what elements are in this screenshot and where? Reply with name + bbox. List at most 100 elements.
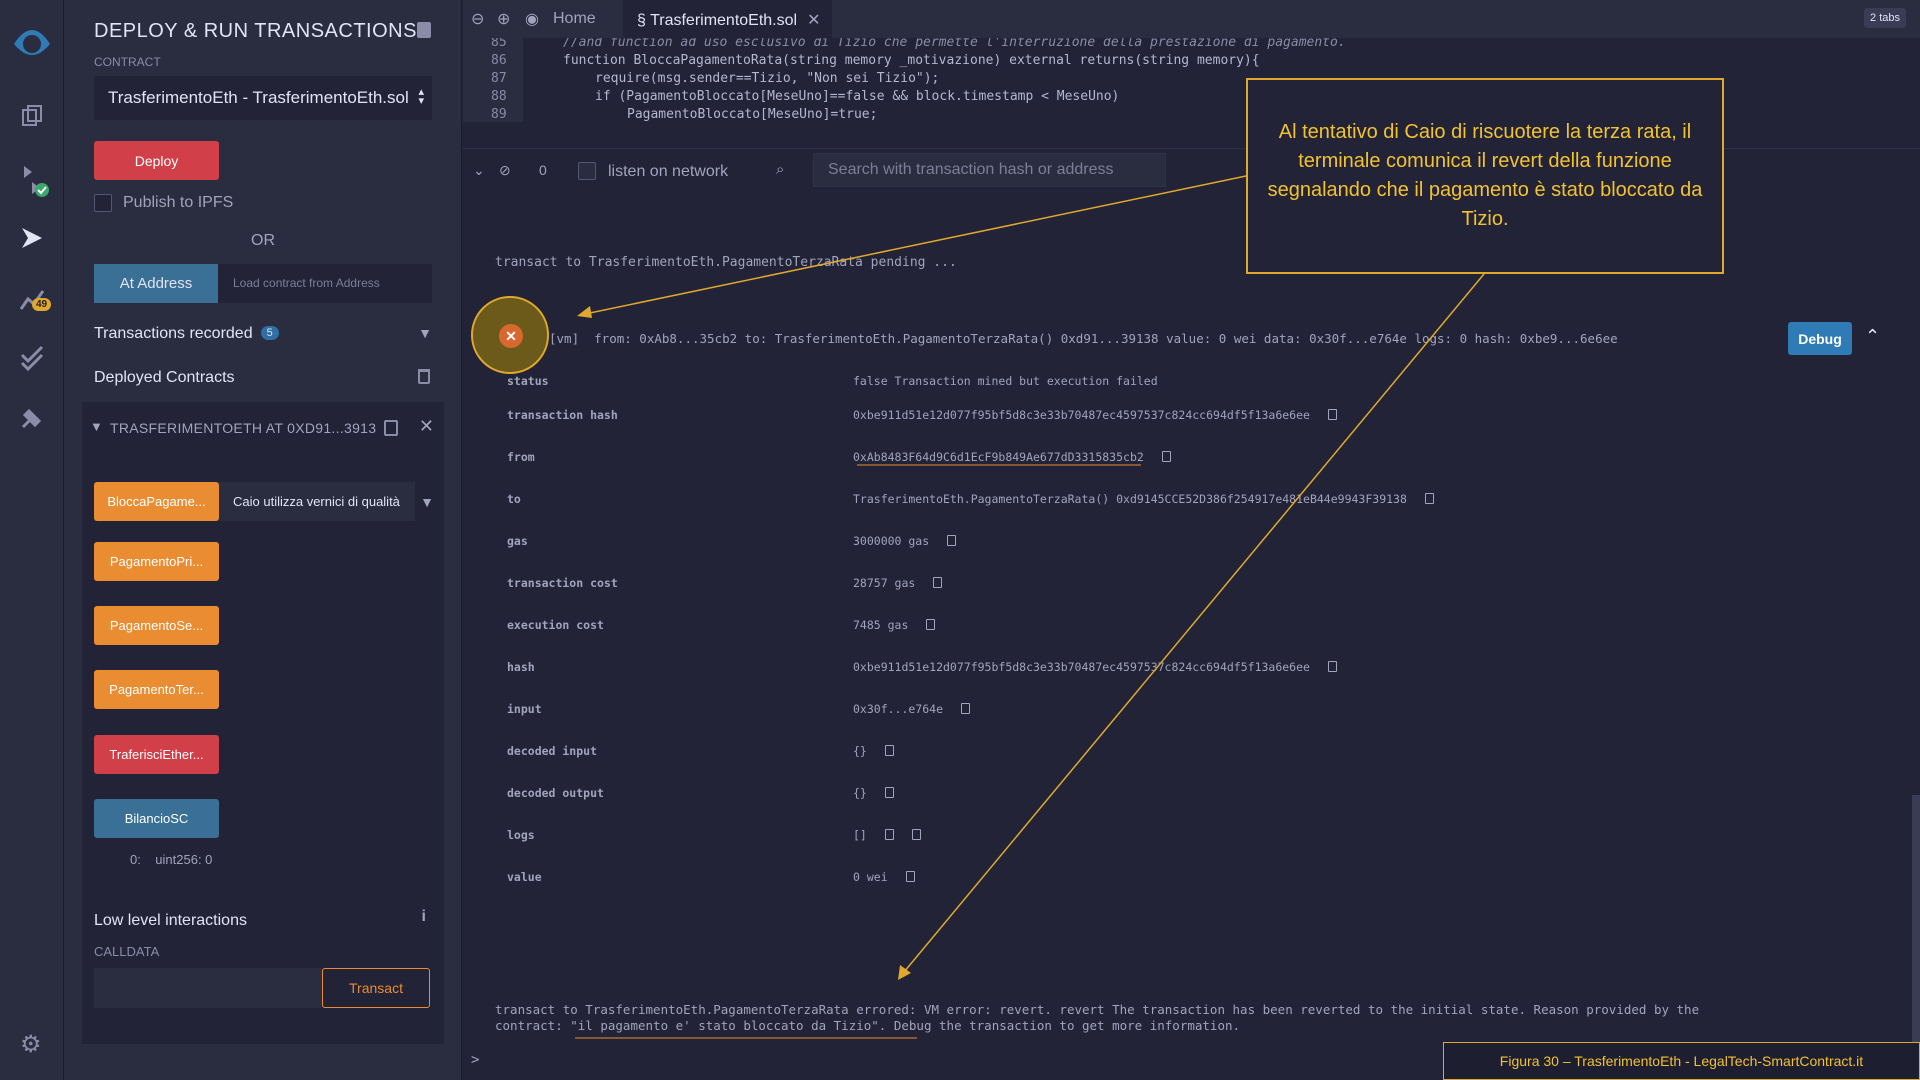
blocca-input[interactable]: Caio utilizza vernici di qualità (219, 482, 415, 521)
tx-detail-key: decoded output (507, 786, 604, 800)
tx-detail-key: logs (507, 828, 535, 842)
line-number: 88 (491, 89, 507, 104)
error-icon: ✕ (499, 324, 523, 348)
copy-icon[interactable] (1327, 661, 1337, 672)
fn-button-pagamento-seconda[interactable]: PagamentoSe... (94, 606, 219, 645)
chevron-down-icon[interactable]: ▼ (90, 419, 103, 434)
terminal-scrollbar[interactable] (1912, 795, 1920, 1080)
home-icon: ◉ (525, 11, 539, 28)
transact-button[interactable]: Transact (322, 968, 430, 1008)
calldata-label: CALLDATA (94, 944, 160, 959)
tx-detail-value-text: 0 wei (853, 870, 888, 884)
load-address-input[interactable]: Load contract from Address (218, 264, 432, 303)
tabs-count-dropdown[interactable]: 2 tabs (1864, 8, 1906, 28)
copy-icon[interactable] (961, 703, 971, 714)
plugin-manager-icon[interactable] (0, 398, 64, 438)
close-icon[interactable]: ✕ (419, 416, 434, 437)
fn-button-pagamento-terza[interactable]: PagamentoTer... (94, 670, 219, 709)
tx-detail-value: false Transaction mined but execution fa… (853, 374, 1158, 388)
deploy-button[interactable]: Deploy (94, 141, 219, 180)
transactions-recorded-row[interactable]: Transactions recorded 5 ▼ (94, 325, 432, 343)
copy-icon[interactable] (947, 535, 957, 546)
gear-icon[interactable]: ⚙ (20, 1030, 42, 1059)
publish-ipfs-checkbox[interactable] (94, 194, 112, 212)
copy-icon[interactable] (384, 420, 398, 436)
select-caret-icon: ▴ ▾ (418, 86, 424, 107)
copy-icon[interactable] (1327, 409, 1337, 420)
chevron-down-icon[interactable]: ▼ (415, 482, 439, 521)
zoom-in-icon[interactable]: ⊕ (497, 9, 510, 29)
tx-detail-value-text: 7485 gas (853, 618, 909, 632)
tx-detail-value: 0xbe911d51e12d077f95bf5d8c3e33b70487ec45… (853, 408, 1337, 422)
terminal-prompt[interactable]: > (471, 1052, 479, 1068)
unit-test-icon[interactable] (0, 338, 64, 378)
tx-detail-value: 0x30f...e764e (853, 702, 971, 716)
deploy-run-icon[interactable] (0, 218, 64, 258)
tx-detail-value-text: TrasferimentoEth.PagamentoTerzaRata() 0x… (853, 492, 1407, 506)
remix-logo-icon[interactable] (0, 20, 64, 64)
copy-icon[interactable] (911, 829, 921, 840)
tx-detail-value-text: {} (853, 744, 867, 758)
instance-title[interactable]: TRASFERIMENTOETH AT 0XD91...3913 (110, 420, 376, 436)
terminal-search-input[interactable]: Search with transaction hash or address (813, 153, 1166, 187)
close-icon[interactable]: ✕ (807, 12, 820, 29)
tx-detail-key: execution cost (507, 618, 604, 632)
tx-summary[interactable]: [vm] from: 0xAb8...35cb2 to: Trasferimen… (549, 331, 1618, 346)
contract-select[interactable]: TrasferimentoEth - TrasferimentoEth.sol … (94, 76, 432, 120)
copy-icon[interactable] (1424, 493, 1434, 504)
debug-button[interactable]: Debug (1788, 322, 1852, 355)
info-icon[interactable]: i (422, 908, 426, 926)
tx-detail-value-text: 0xbe911d51e12d077f95bf5d8c3e33b70487ec45… (853, 660, 1310, 674)
copy-icon[interactable] (884, 787, 894, 798)
fn-button-blocca[interactable]: BloccaPagame... (94, 482, 219, 521)
icon-rail: 49 ⚙ (0, 0, 64, 1080)
code-line: PagamentoBloccato[MeseUno]=true; (627, 107, 878, 122)
trash-icon[interactable] (418, 369, 430, 384)
analytics-icon[interactable]: 49 (0, 280, 64, 320)
copy-icon[interactable] (933, 577, 943, 588)
tx-detail-value-text: 0xAb8483F64d9C6d1EcF9b849Ae677dD3315835c… (853, 450, 1144, 464)
tx-detail-value: 0xAb8483F64d9C6d1EcF9b849Ae677dD3315835c… (853, 450, 1171, 464)
at-address-button[interactable]: At Address (94, 264, 218, 303)
tx-detail-value: {} (853, 786, 894, 800)
line-number: 86 (491, 53, 507, 68)
copy-icon[interactable] (1161, 451, 1171, 462)
tab-home[interactable]: Home (553, 10, 596, 28)
tx-detail-key: to (507, 492, 521, 506)
tx-detail-value-text: [] (853, 828, 867, 842)
tx-detail-value: TrasferimentoEth.PagamentoTerzaRata() 0x… (853, 492, 1434, 506)
solidity-compiler-icon[interactable] (0, 160, 64, 200)
copy-icon[interactable] (884, 829, 894, 840)
zoom-out-icon[interactable]: ⊖ (471, 9, 484, 29)
clear-console-icon[interactable]: ⊘ (499, 162, 511, 179)
code-line: if (PagamentoBloccato[MeseUno]==false &&… (595, 89, 1120, 104)
listen-network-checkbox[interactable] (578, 162, 596, 180)
copy-icon[interactable] (884, 745, 894, 756)
annotation-callout: Al tentativo di Caio di riscuotere la te… (1246, 78, 1724, 274)
tx-detail-value-text: false Transaction mined but execution fa… (853, 374, 1158, 388)
pending-line: transact to TrasferimentoEth.PagamentoTe… (495, 255, 957, 270)
chevron-up-icon[interactable]: ⌃ (1865, 326, 1880, 347)
copy-icon[interactable] (926, 619, 936, 630)
tab-file-label: TrasferimentoEth.sol (650, 12, 798, 29)
copy-icon[interactable] (905, 871, 915, 882)
tx-detail-key: hash (507, 660, 535, 674)
analytics-badge: 49 (32, 298, 52, 311)
tab-file[interactable]: § TrasferimentoEth.sol ✕ (623, 0, 833, 38)
tx-detail-key: transaction hash (507, 408, 618, 422)
result-value: uint256: 0 (155, 852, 213, 867)
fn-button-trasferisci[interactable]: TraferisciEther... (94, 735, 219, 774)
fn-button-pagamento-prima[interactable]: PagamentoPri... (94, 542, 219, 581)
tx-detail-value: 3000000 gas (853, 534, 957, 548)
chevron-down-icon[interactable]: ▼ (418, 325, 432, 341)
deployed-contracts-row: Deployed Contracts (94, 369, 432, 387)
tx-detail-key: input (507, 702, 542, 716)
documentation-icon[interactable] (417, 22, 431, 38)
error-line-1: transact to TrasferimentoEth.PagamentoTe… (495, 1002, 1700, 1017)
terminal-toggle-icon[interactable]: ⌄ (473, 162, 485, 179)
tx-detail-key: gas (507, 534, 528, 548)
fn-button-bilancio[interactable]: BilancioSC (94, 799, 219, 838)
calldata-input[interactable] (94, 968, 322, 1008)
file-explorer-icon[interactable] (0, 96, 64, 136)
code-line: require(msg.sender==Tizio, "Non sei Tizi… (595, 71, 940, 86)
